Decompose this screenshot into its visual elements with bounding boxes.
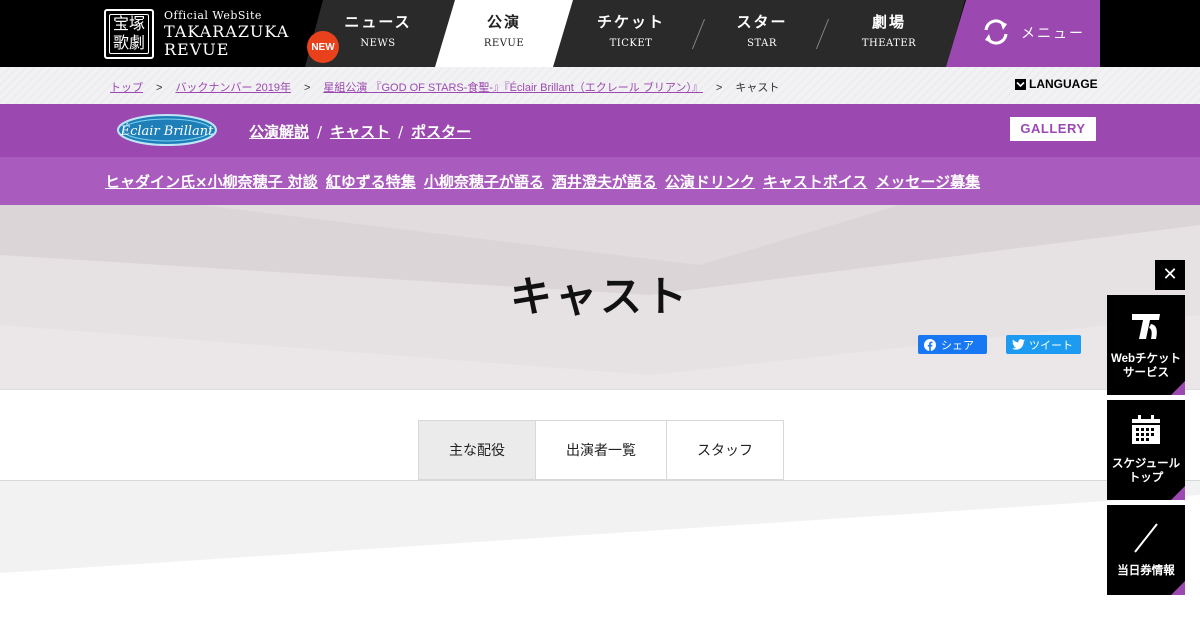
new-badge: NEW (307, 31, 339, 63)
nav-ticket-label: チケット (596, 13, 665, 31)
nav-star-sub: STAR (747, 38, 777, 49)
schedule-top-button[interactable]: スケジュール トップ (1107, 400, 1185, 500)
nav-news[interactable]: ニュース NEWS (338, 12, 418, 51)
nav-theater-sub: THEATER (861, 38, 917, 49)
nav-revue-label: 公演 (486, 13, 521, 31)
schedule-label-line2: トップ (1128, 472, 1164, 484)
chevron-down-icon (1015, 78, 1026, 90)
show-link-about[interactable]: 公演解説 (249, 123, 309, 141)
nav-theater-label: 劇場 (871, 13, 906, 31)
nav-news-sub: NEWS (360, 38, 396, 49)
schedule-label: スケジュール トップ (1107, 457, 1185, 485)
slash-icon (1134, 523, 1158, 553)
nav-star-label: スター (736, 13, 788, 31)
feature-links: ヒャダイン氏×小柳奈穂子 対談 紅ゆずる特集 小柳奈穂子が語る 酒井澄夫が語る 公演ドリ… (105, 171, 988, 192)
nav-theater[interactable]: 劇場 THEATER (849, 12, 929, 51)
breadcrumb-backnumber[interactable]: バックナンバー 2019年 (175, 82, 291, 94)
facebook-share-label: シェア (941, 339, 974, 352)
logo-text: Official WebSite TAKARAZUKA REVUE (164, 9, 289, 59)
show-link-cast[interactable]: キャスト (330, 123, 390, 141)
nav-revue-sub: REVUE (483, 38, 525, 49)
logo-name-line2: REVUE (164, 40, 230, 59)
show-link-separator: / (317, 123, 323, 141)
nav-star[interactable]: スター STAR (722, 12, 802, 51)
feature-link-message[interactable]: メッセージ募集 (875, 173, 980, 191)
show-link-poster[interactable]: ポスター (411, 123, 471, 141)
show-link-separator: / (398, 123, 404, 141)
breadcrumb-separator: > (715, 82, 723, 94)
logo-name-line1: TAKARAZUKA (164, 22, 290, 41)
corner-accent (1171, 486, 1185, 500)
menu-button[interactable]: メニュー (946, 0, 1100, 67)
breadcrumb: トップ > バックナンバー 2019年 > 星組公演 『GOD OF STARS-食聖-… (110, 79, 779, 95)
schedule-label-line1: スケジュール (1111, 458, 1181, 470)
logo-official: Official WebSite (164, 9, 262, 22)
gallery-button[interactable]: GALLERY (1010, 117, 1096, 141)
twitter-tweet-button[interactable]: ツイート (1006, 335, 1081, 354)
language-switch[interactable]: LANGUAGE (1015, 77, 1098, 91)
tab-performers[interactable]: 出演者一覧 (536, 420, 667, 480)
calendar-icon (1132, 415, 1160, 444)
content-background-pattern (0, 495, 1200, 630)
ticket-logo-icon (1132, 314, 1160, 339)
facebook-icon (924, 338, 936, 351)
page-title: キャスト (509, 272, 690, 321)
logo-mark: 宝塚 歌劇 (104, 9, 154, 59)
same-day-label: 当日券情報 (1117, 565, 1175, 577)
feature-link-drink[interactable]: 公演ドリンク (665, 173, 755, 191)
facebook-share-button[interactable]: シェア (918, 335, 987, 354)
web-ticket-label: Webチケット サービス (1107, 352, 1185, 380)
close-side-widget-button[interactable]: ✕ (1155, 260, 1185, 290)
language-label: LANGUAGE (1029, 77, 1098, 91)
show-logo[interactable]: Éclair Brillant (116, 112, 218, 148)
logo-kanji-bottom: 歌劇 (112, 33, 145, 52)
tab-main-roles[interactable]: 主な配役 (418, 420, 536, 480)
feature-link-sakai[interactable]: 酒井澄夫が語る (552, 173, 657, 191)
breadcrumb-top[interactable]: トップ (110, 82, 143, 94)
corner-accent (1171, 381, 1185, 395)
show-links: 公演解説 / キャスト / ポスター (249, 121, 471, 142)
feature-link-voice[interactable]: キャストボイス (763, 173, 868, 191)
refresh-menu-icon (984, 19, 1008, 45)
twitter-tweet-label: ツイート (1029, 339, 1073, 352)
content-area (0, 481, 1200, 630)
web-ticket-service-button[interactable]: Webチケット サービス (1107, 295, 1185, 395)
web-ticket-label-line1: Webチケット (1110, 353, 1182, 365)
breadcrumb-current: キャスト (735, 82, 780, 94)
breadcrumb-show[interactable]: 星組公演 『GOD OF STARS-食聖-』『Éclair Brillant（… (323, 82, 702, 94)
twitter-bird-icon (1012, 339, 1025, 350)
feature-link-koyanagi[interactable]: 小柳奈穂子が語る (424, 173, 544, 191)
nav-news-label: ニュース (344, 13, 412, 31)
nav-ticket[interactable]: チケット TICKET (591, 12, 671, 51)
breadcrumb-separator: > (156, 82, 163, 94)
tab-staff[interactable]: スタッフ (667, 420, 784, 480)
corner-accent (1171, 581, 1185, 595)
feature-link-taidan[interactable]: ヒャダイン氏×小柳奈穂子 対談 (105, 173, 318, 191)
feature-link-kurenai[interactable]: 紅ゆずる特集 (326, 173, 416, 191)
nav-ticket-sub: TICKET (609, 38, 653, 49)
show-logo-text: Éclair Brillant (120, 123, 215, 139)
same-day-ticket-button[interactable]: 当日券情報 (1107, 505, 1185, 595)
site-logo[interactable]: 宝塚 歌劇 Official WebSite TAKARAZUKA REVUE (104, 9, 289, 59)
breadcrumb-separator: > (303, 82, 311, 94)
nav-revue[interactable]: 公演 REVUE (464, 12, 544, 51)
web-ticket-label-line2: サービス (1123, 367, 1169, 379)
menu-label: メニュー (1021, 26, 1085, 42)
cast-tabs: 主な配役 出演者一覧 スタッフ (418, 420, 784, 480)
logo-kanji-top: 宝塚 (112, 14, 145, 33)
